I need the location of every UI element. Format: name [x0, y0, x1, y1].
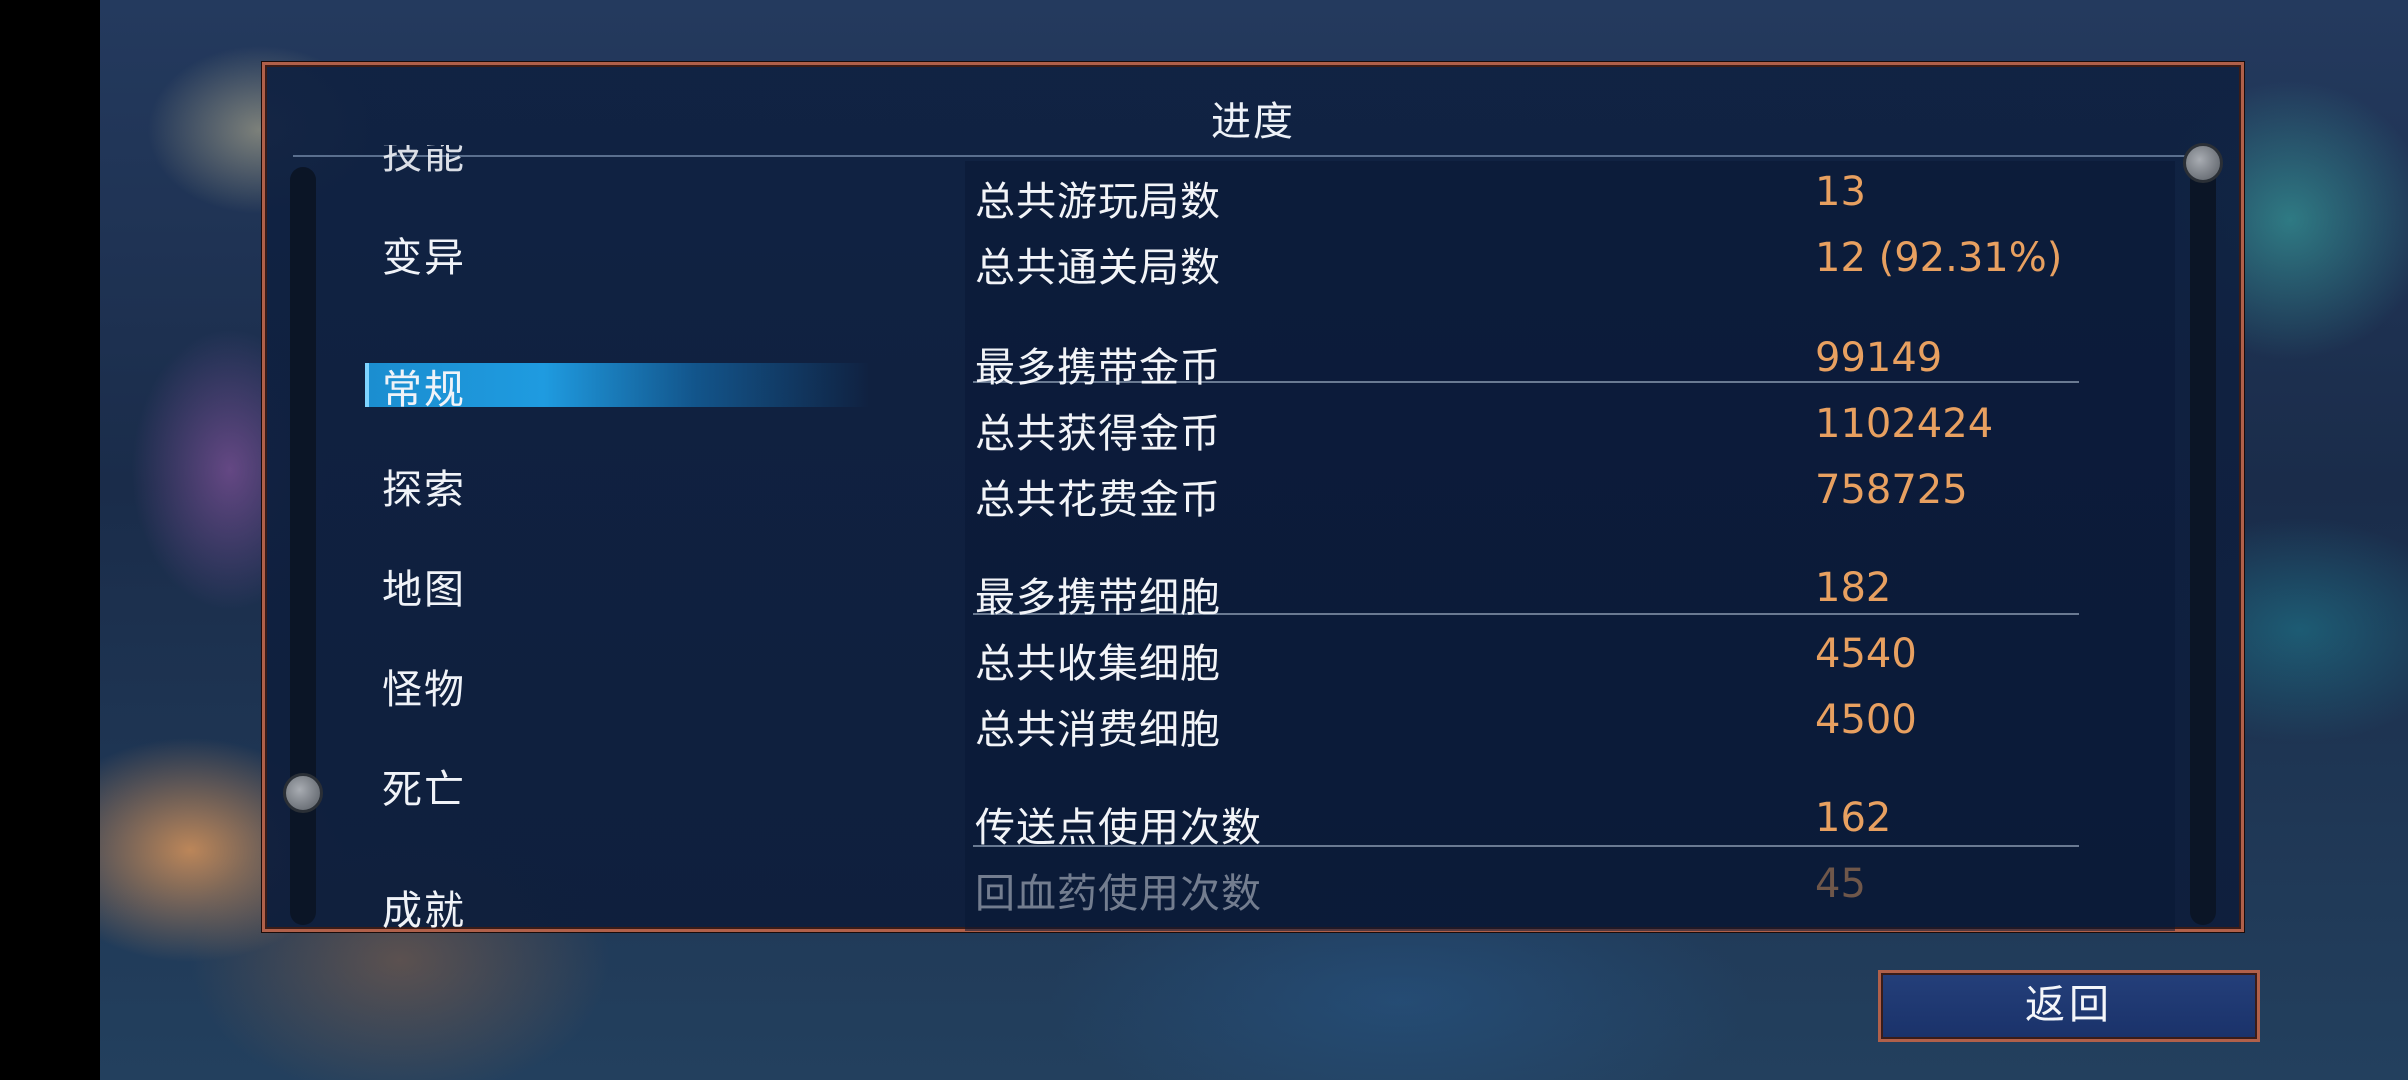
menu-item-deaths[interactable]: 死亡 — [382, 757, 466, 815]
stat-value: 4540 — [1815, 631, 1917, 677]
stat-row: 总共获得金币 1102424 — [965, 393, 2175, 459]
stat-row: 回血药使用次数 45 — [965, 853, 2175, 919]
menu-item-monsters[interactable]: 怪物 — [382, 657, 466, 715]
stats-list: 总共游玩局数 13 总共通关局数 12 (92.31%) 最多携带金币 9914… — [965, 161, 2175, 931]
stat-label: 最多携带金币 — [975, 345, 1221, 391]
menu-item-exploration[interactable]: 探索 — [382, 457, 466, 515]
stat-label: 总共游玩局数 — [975, 179, 1221, 225]
stat-value: 99149 — [1815, 335, 1943, 381]
stat-value: 13 — [1815, 169, 1866, 215]
stat-label: 总共花费金币 — [975, 477, 1221, 523]
stat-label: 回血药使用次数 — [975, 871, 1262, 917]
stat-label: 最多携带细胞 — [975, 575, 1221, 621]
stat-row: 总共花费金币 758725 — [965, 459, 2175, 525]
menu-item-mutations[interactable]: 变异 — [382, 225, 466, 283]
stat-label: 总共通关局数 — [975, 245, 1221, 291]
stat-row: 最多携带金币 99149 — [965, 327, 2175, 393]
menu-item-general[interactable]: 常规 — [382, 357, 466, 415]
stat-row: 传送点使用次数 162 — [965, 787, 2175, 853]
stat-value: 45 — [1815, 861, 1866, 907]
stat-value: 758725 — [1815, 467, 1968, 513]
stats-scrollbar-thumb[interactable] — [2183, 143, 2223, 183]
progress-panel: 进度 技能 变异 常规 探索 地图 怪物 死亡 成就 总共游玩局数 13 总共通… — [262, 62, 2244, 935]
back-button[interactable]: 返回 — [1878, 970, 2260, 1042]
stat-value: 4500 — [1815, 697, 1917, 743]
menu-item-map[interactable]: 地图 — [382, 557, 466, 615]
menu-scrollbar-thumb[interactable] — [283, 773, 323, 813]
stat-value: 182 — [1815, 565, 1892, 611]
stats-scrollbar-track[interactable] — [2190, 167, 2216, 925]
stat-row: 总共通关局数 12 (92.31%) — [965, 227, 2175, 293]
stat-row: 最多携带细胞 182 — [965, 557, 2175, 623]
menu-item-achievements[interactable]: 成就 — [382, 887, 466, 935]
stat-row: 总共收集细胞 4540 — [965, 623, 2175, 689]
menu-item-skills[interactable]: 技能 — [382, 145, 466, 175]
stat-value: 1102424 — [1815, 401, 1994, 447]
category-menu: 技能 变异 常规 探索 地图 怪物 死亡 成就 — [265, 65, 885, 935]
stat-value: 12 (92.31%) — [1815, 235, 2063, 281]
stat-label: 总共收集细胞 — [975, 641, 1221, 687]
stat-label: 总共消费细胞 — [975, 707, 1221, 753]
stat-row: 总共消费细胞 4500 — [965, 689, 2175, 755]
stat-value: 162 — [1815, 795, 1892, 841]
stat-label: 传送点使用次数 — [975, 805, 1262, 851]
stat-label: 总共获得金币 — [975, 411, 1221, 457]
stat-row: 总共游玩局数 13 — [965, 161, 2175, 227]
